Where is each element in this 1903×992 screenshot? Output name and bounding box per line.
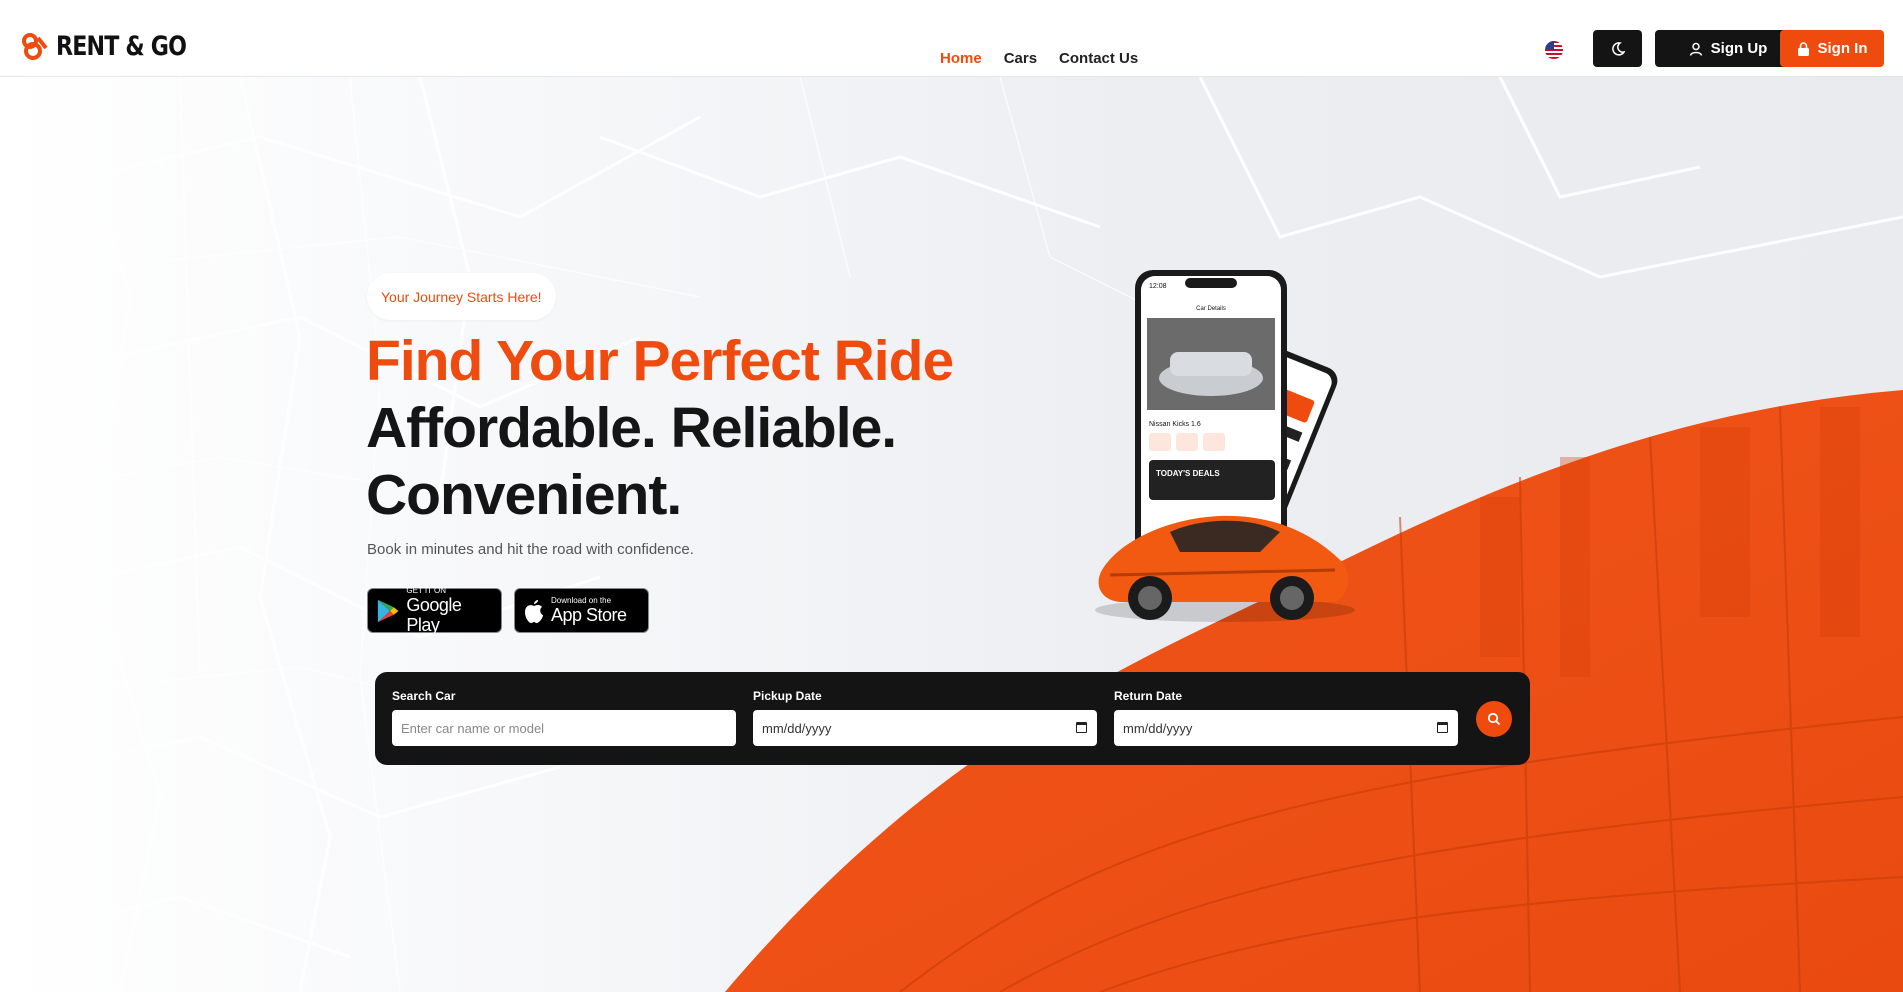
nav-cars[interactable]: Cars	[1004, 50, 1037, 67]
main-nav: Home Cars Contact Us	[940, 50, 1138, 67]
phone-screen-title: Car Details	[1196, 306, 1226, 312]
google-play-button[interactable]: GET IT ON Google Play	[367, 586, 502, 635]
return-date-input[interactable]: mm/dd/yyyy	[1114, 710, 1458, 746]
app-mockup-illustration: 12:08 Car Details Nissan Kicks 1.6 TODAY…	[1095, 270, 1355, 622]
moon-icon	[1611, 41, 1625, 56]
calendar-icon[interactable]	[1437, 722, 1448, 733]
search-button[interactable]	[1476, 701, 1512, 737]
pickup-date-label: Pickup Date	[753, 689, 822, 703]
car-search-bar: Search Car Enter car name or model Picku…	[375, 672, 1530, 765]
app-store-big-text: App Store	[551, 605, 627, 625]
search-car-label: Search Car	[392, 689, 456, 703]
sign-in-label: Sign In	[1817, 40, 1868, 57]
hero-headline-line-2: Affordable. Reliable.	[366, 396, 897, 460]
phone-time: 12:08	[1149, 283, 1167, 290]
nav-contact-us[interactable]: Contact Us	[1059, 50, 1138, 67]
hero-subtitle: Book in minutes and hit the road with co…	[367, 541, 694, 558]
orange-wave-shape	[725, 390, 1903, 992]
search-icon	[1487, 712, 1501, 726]
return-date-value: mm/dd/yyyy	[1123, 720, 1193, 736]
hero-headline: Find Your Perfect Ride	[366, 329, 954, 393]
google-play-icon	[377, 599, 399, 622]
phone-promo: TODAY'S DEALS	[1156, 469, 1220, 478]
brand-logo[interactable]: RENT & GO	[20, 30, 215, 62]
apple-icon	[525, 599, 543, 623]
phone-car-name: Nissan Kicks 1.6	[1149, 421, 1201, 428]
hero-badge: Your Journey Starts Here!	[367, 273, 556, 320]
us-flag-icon[interactable]	[1545, 41, 1563, 59]
user-icon	[1689, 42, 1702, 56]
logo-text: RENT & GO	[56, 30, 187, 62]
sign-in-button[interactable]: Sign In	[1780, 30, 1884, 67]
search-car-input[interactable]: Enter car name or model	[392, 710, 736, 746]
logo-mark-icon	[22, 33, 48, 60]
theme-toggle-button[interactable]	[1593, 30, 1642, 67]
hero-headline-line-3: Convenient.	[366, 463, 682, 527]
sports-car-image	[1095, 515, 1355, 622]
app-store-button[interactable]: Download on the App Store	[514, 588, 649, 633]
app-store-small-text: Download on the	[551, 596, 612, 605]
sign-up-label: Sign Up	[1710, 40, 1768, 57]
pickup-date-input[interactable]: mm/dd/yyyy	[753, 710, 1097, 746]
lock-icon	[1797, 41, 1809, 56]
site-header: RENT & GO Home Cars Contact Us Sign Up S…	[0, 0, 1903, 77]
calendar-icon[interactable]	[1076, 722, 1087, 733]
return-date-label: Return Date	[1114, 689, 1183, 703]
nav-home[interactable]: Home	[940, 50, 982, 67]
pickup-date-value: mm/dd/yyyy	[762, 720, 832, 736]
google-play-big-text: Google Play	[406, 595, 462, 635]
hero-section: 12:08 Car Details Nissan Kicks 1.6 TODAY…	[0, 77, 1903, 992]
google-play-small-text: GET IT ON	[406, 586, 447, 595]
